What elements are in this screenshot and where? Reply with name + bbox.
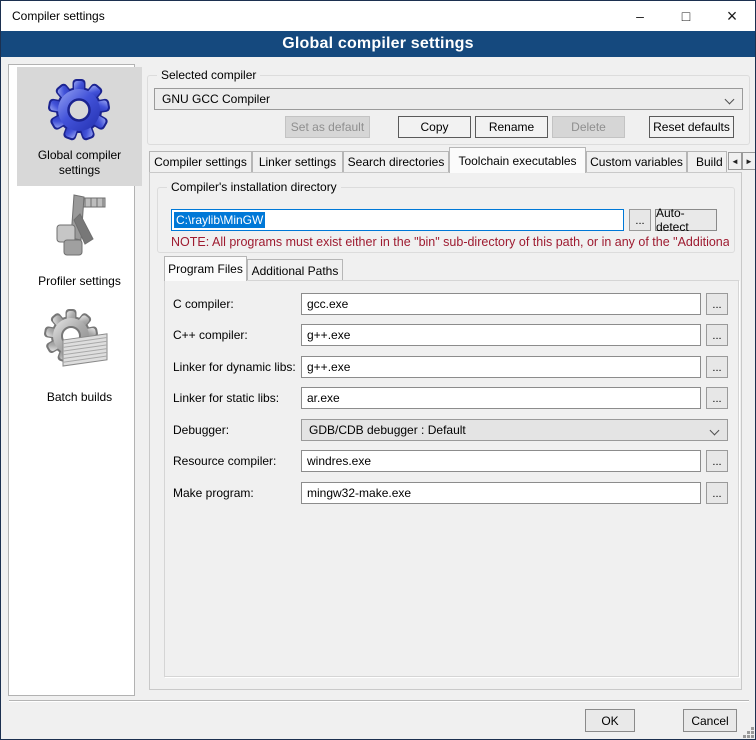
linker-dynamic-browse-button[interactable]: ... <box>706 356 728 378</box>
sidebar-item-profiler-settings[interactable]: Profiler settings <box>17 186 142 296</box>
cpp-compiler-label: C++ compiler: <box>173 328 248 342</box>
title-bar: Compiler settings – □ × <box>1 1 755 31</box>
tab-scroll-right-button[interactable]: ► <box>742 152 756 170</box>
cancel-button[interactable]: Cancel <box>683 709 737 732</box>
resource-compiler-input[interactable] <box>301 450 701 472</box>
blue-gear-icon <box>47 77 112 143</box>
debugger-label: Debugger: <box>173 423 229 437</box>
linker-dynamic-input[interactable] <box>301 356 701 378</box>
subtab-additional-paths[interactable]: Additional Paths <box>247 259 343 281</box>
compiler-select[interactable]: GNU GCC Compiler <box>154 88 743 110</box>
resource-compiler-label: Resource compiler: <box>173 454 276 468</box>
linker-static-label: Linker for static libs: <box>173 391 279 405</box>
tab-build-options[interactable]: Build <box>687 151 727 172</box>
resource-compiler-browse-button[interactable]: ... <box>706 450 728 472</box>
caliper-icon <box>47 192 112 272</box>
install-dir-note: NOTE: All programs must exist either in … <box>171 235 729 249</box>
make-program-label: Make program: <box>173 486 254 500</box>
debugger-select[interactable]: GDB/CDB debugger : Default <box>301 419 728 441</box>
linker-static-browse-button[interactable]: ... <box>706 387 728 409</box>
install-dir-group-label: Compiler's installation directory <box>167 180 341 194</box>
tab-compiler-settings[interactable]: Compiler settings <box>149 151 252 172</box>
c-compiler-input[interactable] <box>301 293 701 315</box>
chevron-down-icon <box>710 426 720 436</box>
tab-linker-settings[interactable]: Linker settings <box>252 151 343 172</box>
arrow-right-icon: ► <box>745 157 753 166</box>
linker-dynamic-label: Linker for dynamic libs: <box>173 360 296 374</box>
sidebar-item-label: Profiler settings <box>17 274 142 289</box>
footer-divider <box>9 700 749 702</box>
set-as-default-button[interactable]: Set as default <box>285 116 370 138</box>
c-compiler-browse-button[interactable]: ... <box>706 293 728 315</box>
minimize-button[interactable]: – <box>617 1 663 31</box>
selected-compiler-group-label: Selected compiler <box>157 68 260 82</box>
linker-static-input[interactable] <box>301 387 701 409</box>
sidebar-item-batch-builds[interactable]: Batch builds <box>17 296 142 412</box>
maximize-button[interactable]: □ <box>663 1 709 31</box>
chevron-down-icon <box>725 95 735 105</box>
minimize-icon: – <box>636 9 644 23</box>
tab-custom-variables[interactable]: Custom variables <box>586 151 687 172</box>
ok-button[interactable]: OK <box>585 709 635 732</box>
make-program-browse-button[interactable]: ... <box>706 482 728 504</box>
maximize-icon: □ <box>682 9 690 23</box>
arrow-left-icon: ◄ <box>731 157 739 166</box>
compiler-select-value: GNU GCC Compiler <box>162 92 270 106</box>
dialog-header: Global compiler settings <box>1 31 755 57</box>
close-button[interactable]: × <box>709 1 755 31</box>
sidebar-item-global-compiler-settings[interactable]: Global compiler settings <box>17 67 142 186</box>
c-compiler-label: C compiler: <box>173 297 234 311</box>
make-program-input[interactable] <box>301 482 701 504</box>
install-dir-input[interactable]: C:\raylib\MinGW <box>171 209 624 231</box>
compiler-settings-dialog: Compiler settings – □ × Global compiler … <box>0 0 756 740</box>
sidebar-item-label: Batch builds <box>17 390 142 405</box>
close-icon: × <box>727 9 738 23</box>
tab-scroll-left-button[interactable]: ◄ <box>728 152 742 170</box>
reset-defaults-button[interactable]: Reset defaults <box>649 116 734 138</box>
rename-button[interactable]: Rename <box>475 116 548 138</box>
sidebar-item-label: Global compiler settings <box>17 148 142 178</box>
delete-button[interactable]: Delete <box>552 116 625 138</box>
install-dir-browse-button[interactable]: ... <box>629 209 651 231</box>
window-title: Compiler settings <box>12 9 105 23</box>
tab-toolchain-executables[interactable]: Toolchain executables <box>449 147 586 173</box>
page-title: Global compiler settings <box>282 35 474 53</box>
debugger-select-value: GDB/CDB debugger : Default <box>309 423 466 437</box>
cpp-compiler-input[interactable] <box>301 324 701 346</box>
auto-detect-button[interactable]: Auto-detect <box>655 209 717 231</box>
install-dir-selected-text: C:\raylib\MinGW <box>174 212 265 228</box>
resize-grip[interactable] <box>743 727 746 730</box>
subtab-program-files[interactable]: Program Files <box>164 256 247 281</box>
settings-sidebar: Global compiler settings Profiler settin… <box>8 64 135 696</box>
gray-gear-stack-icon <box>43 308 115 380</box>
cpp-compiler-browse-button[interactable]: ... <box>706 324 728 346</box>
tab-search-directories[interactable]: Search directories <box>343 151 449 172</box>
copy-button[interactable]: Copy <box>398 116 471 138</box>
